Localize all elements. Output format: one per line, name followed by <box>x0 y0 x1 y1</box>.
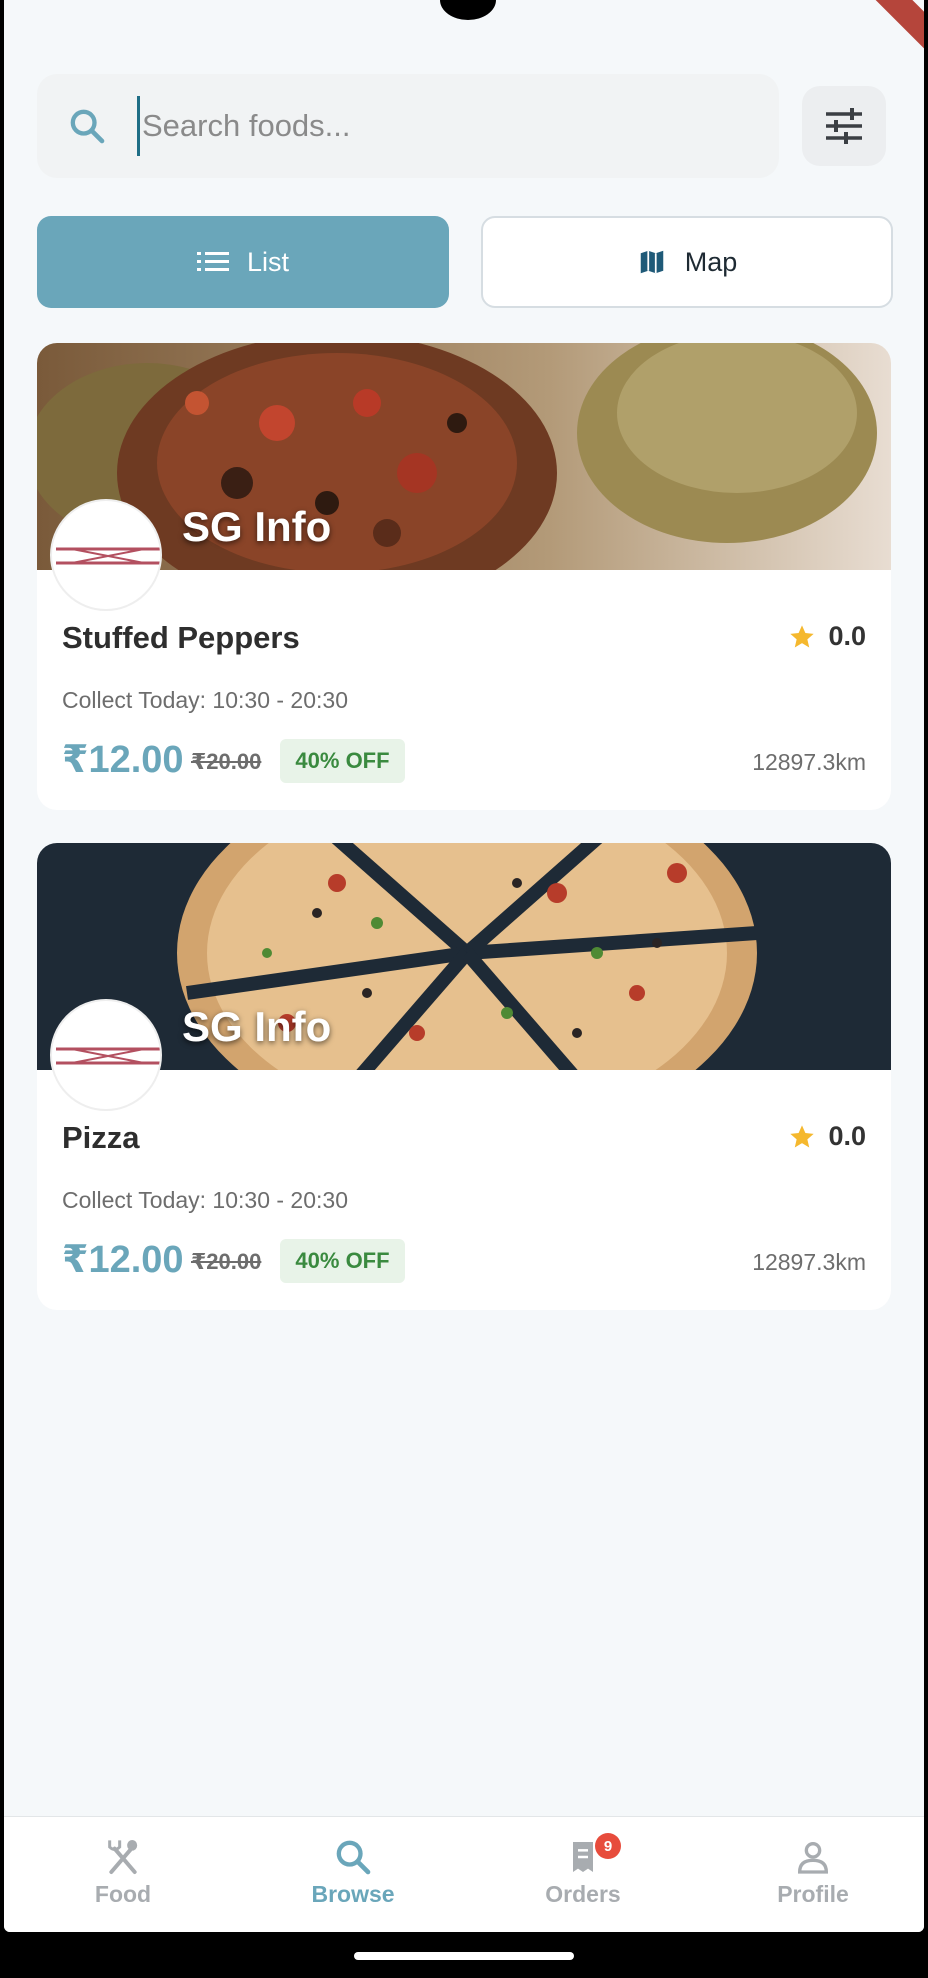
distance: 12897.3km <box>752 1249 866 1275</box>
food-name: Pizza <box>62 1120 140 1155</box>
app-screen: List Map <box>4 0 924 1932</box>
food-image <box>37 843 891 1070</box>
camera-cutout <box>440 0 496 20</box>
nav-item-orders[interactable]: 9 Orders <box>483 1817 683 1932</box>
home-indicator <box>354 1952 574 1960</box>
fork-knife-icon <box>108 1840 138 1874</box>
rating-value: 0.0 <box>828 621 866 651</box>
map-view-label: Map <box>684 246 738 277</box>
nav-label-profile: Profile <box>777 1881 849 1907</box>
debug-banner <box>850 0 924 54</box>
food-name: Stuffed Peppers <box>62 620 300 655</box>
nav-label-browse: Browse <box>311 1881 395 1907</box>
list-view-label: List <box>246 246 290 277</box>
food-card[interactable]: SG Info Stuffed Peppers 0.0 Collect Toda… <box>37 343 891 810</box>
original-price: ₹20.00 <box>191 1249 262 1274</box>
star-icon <box>790 1124 815 1147</box>
rating: 0.0 <box>788 1121 866 1152</box>
collect-time: Collect Today: 10:30 - 20:30 <box>62 1187 348 1213</box>
nav-label-food: Food <box>94 1881 152 1907</box>
nav-item-browse[interactable]: Browse <box>253 1817 453 1932</box>
discount-badge: 40% OFF <box>280 739 405 783</box>
nav-item-profile[interactable]: Profile <box>713 1817 913 1932</box>
distance: 12897.3km <box>752 749 866 775</box>
rating: 0.0 <box>788 621 866 652</box>
bottom-navigation: Food Browse 9 Orders Profile <box>4 1816 924 1932</box>
list-icon <box>196 252 229 271</box>
collect-time: Collect Today: 10:30 - 20:30 <box>62 687 348 713</box>
star-icon <box>790 624 815 647</box>
nav-label-orders: Orders <box>545 1881 621 1907</box>
filter-button[interactable] <box>802 86 886 166</box>
list-view-button[interactable]: List <box>37 216 449 308</box>
discount-badge: 40% OFF <box>280 1239 405 1283</box>
price: ₹12.00 <box>62 739 184 781</box>
food-card[interactable]: SG Info Pizza 0.0 Collect Today: 10:30 -… <box>37 843 891 1310</box>
store-name: SG Info <box>182 503 332 550</box>
price: ₹12.00 <box>62 1239 184 1281</box>
original-price: ₹20.00 <box>191 749 262 774</box>
search-icon <box>70 109 105 144</box>
tune-icon <box>826 108 862 144</box>
store-name: SG Info <box>182 1003 332 1050</box>
store-logo <box>50 999 162 1111</box>
food-image <box>37 343 891 570</box>
search-icon <box>336 1840 371 1875</box>
rating-value: 0.0 <box>828 1121 866 1151</box>
nav-item-food[interactable]: Food <box>23 1817 223 1932</box>
search-bar[interactable] <box>37 74 779 178</box>
orders-badge: 9 <box>595 1833 621 1859</box>
map-view-button[interactable]: Map <box>481 216 893 308</box>
person-icon <box>797 1842 829 1874</box>
search-input[interactable] <box>137 96 737 156</box>
map-icon <box>640 250 663 274</box>
store-logo <box>50 499 162 611</box>
